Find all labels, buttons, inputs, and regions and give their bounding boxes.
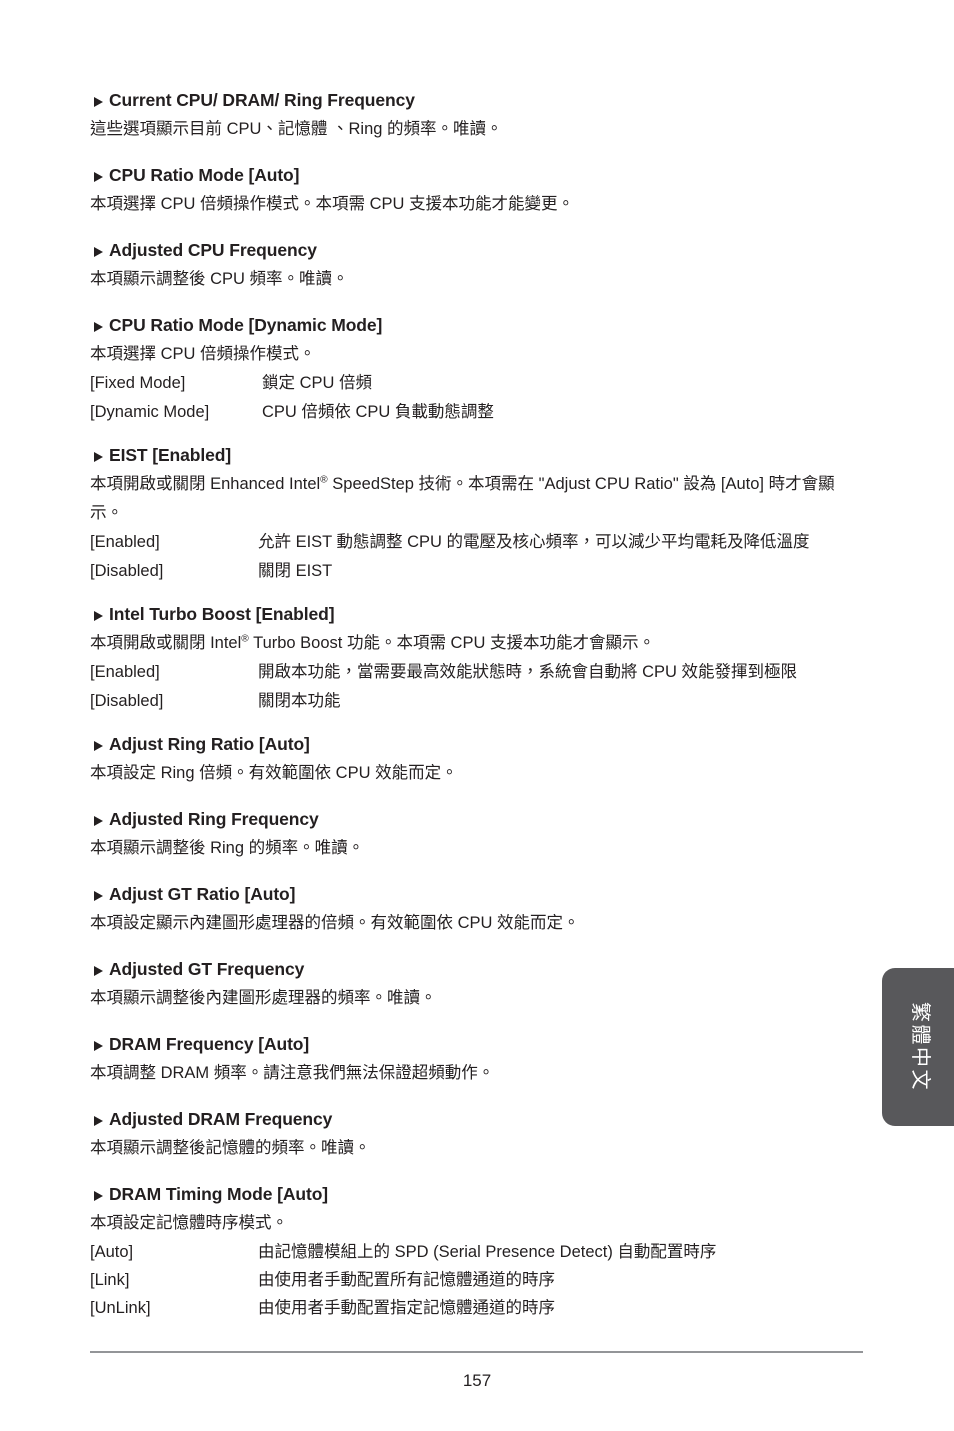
setting-section: EIST [Enabled] 本項開啟或關閉 Enhanced Intel® Sp… (90, 443, 865, 586)
triangle-right-icon (94, 172, 109, 182)
section-description: 本項顯示調整後 Ring 的頻率。唯讀。 (90, 839, 365, 857)
section-description: 本項選擇 CPU 倍頻操作模式。本項需 CPU 支援本功能才能變更。 (90, 195, 575, 213)
option-label: [Dynamic Mode] (90, 403, 210, 421)
option-row: [Disabled] 關閉本功能 (90, 687, 865, 716)
triangle-right-icon (94, 452, 109, 462)
triangle-right-icon (94, 816, 109, 826)
section-description: 本項設定顯示內建圖形處理器的倍頻。有效範圍依 CPU 效能而定。 (90, 914, 580, 932)
section-heading: Adjusted Ring Frequency (90, 807, 865, 832)
triangle-right-icon (94, 741, 109, 751)
option-description: 由使用者手動配置所有記憶體通道的時序 (258, 1271, 555, 1289)
section-heading: EIST [Enabled] (90, 443, 865, 468)
option-label: [Disabled] (90, 562, 164, 580)
section-heading-label: Adjusted CPU Frequency (109, 240, 317, 260)
option-label: [UnLink] (90, 1299, 151, 1317)
page-number: 157 (462, 1371, 492, 1390)
option-row: [Dynamic Mode] CPU 倍頻依 CPU 負載動態調整 (90, 398, 865, 427)
footer-divider (90, 1351, 863, 1353)
setting-section: Adjusted CPU Frequency 本項顯示調整後 CPU 頻率。唯讀。 (90, 238, 865, 294)
section-heading-label: Current CPU/ DRAM/ Ring Frequency (109, 90, 415, 110)
option-row: [Enabled] 允許 EIST 動態調整 CPU 的電壓及核心頻率，可以減少平… (90, 528, 865, 557)
setting-section: CPU Ratio Mode [Auto] 本項選擇 CPU 倍頻操作模式。本項需… (90, 163, 865, 219)
setting-section: Intel Turbo Boost [Enabled] 本項開啟或關閉 Intel… (90, 602, 865, 716)
option-label: [Auto] (90, 1243, 134, 1261)
section-heading: Adjust Ring Ratio [Auto] (90, 732, 865, 757)
option-row: [Enabled] 開啟本功能，當需要最高效能狀態時，系統會自動將 CPU 效能發… (90, 658, 865, 687)
option-description: 開啟本功能，當需要最高效能狀態時，系統會自動將 CPU 效能發揮到極限 (258, 663, 798, 681)
section-heading-label: Intel Turbo Boost [Enabled] (109, 604, 335, 624)
triangle-right-icon (94, 611, 109, 621)
option-row: [Fixed Mode] 鎖定 CPU 倍頻 (90, 369, 865, 398)
triangle-right-icon (94, 322, 109, 332)
triangle-right-icon (94, 1191, 109, 1201)
triangle-right-icon (94, 966, 109, 976)
section-heading: Adjust GT Ratio [Auto] (90, 882, 865, 907)
section-heading: Adjusted CPU Frequency (90, 238, 865, 263)
triangle-right-icon (94, 1041, 109, 1051)
section-heading-label: DRAM Frequency [Auto] (109, 1034, 310, 1054)
option-description: 由使用者手動配置指定記憶體通道的時序 (258, 1299, 555, 1317)
section-heading-label: Adjusted GT Frequency (109, 959, 305, 979)
option-row: [Disabled] 關閉 EIST (90, 557, 865, 586)
setting-section: Adjust GT Ratio [Auto] 本項設定顯示內建圖形處理器的倍頻。有… (90, 882, 865, 938)
section-heading-label: DRAM Timing Mode [Auto] (109, 1184, 329, 1204)
language-tab: 繁體中文 (882, 968, 954, 1126)
section-heading: CPU Ratio Mode [Auto] (90, 163, 865, 188)
page-content: Current CPU/ DRAM/ Ring Frequency 這些選項顯示目… (90, 88, 865, 1338)
section-description: 本項設定 Ring 倍頻。有效範圍依 CPU 效能而定。 (90, 764, 458, 782)
section-heading: Intel Turbo Boost [Enabled] (90, 602, 865, 627)
section-description: 本項調整 DRAM 頻率。請注意我們無法保證超頻動作。 (90, 1064, 495, 1082)
setting-section: CPU Ratio Mode [Dynamic Mode] 本項選擇 CPU 倍頻… (90, 313, 865, 427)
section-description: 本項開啟或關閉 Enhanced Intel® SpeedStep 技術。本項需… (90, 474, 835, 522)
setting-section: Adjusted DRAM Frequency 本項顯示調整後記憶體的頻率。唯讀。 (90, 1107, 865, 1163)
section-description: 本項顯示調整後記憶體的頻率。唯讀。 (90, 1139, 371, 1157)
option-row: [Link] 由使用者手動配置所有記憶體通道的時序 (90, 1266, 865, 1294)
section-description: 本項顯示調整後內建圖形處理器的頻率。唯讀。 (90, 989, 437, 1007)
setting-section: Current CPU/ DRAM/ Ring Frequency 這些選項顯示目… (90, 88, 865, 144)
section-heading-label: Adjust Ring Ratio [Auto] (109, 734, 310, 754)
triangle-right-icon (94, 1116, 109, 1126)
section-heading-label: CPU Ratio Mode [Dynamic Mode] (109, 315, 383, 335)
option-description: 關閉 EIST (258, 562, 333, 580)
section-heading-label: EIST [Enabled] (109, 445, 232, 465)
option-row: [UnLink] 由使用者手動配置指定記憶體通道的時序 (90, 1294, 865, 1322)
manual-page: Current CPU/ DRAM/ Ring Frequency 這些選項顯示目… (0, 0, 954, 1431)
section-heading: CPU Ratio Mode [Dynamic Mode] (90, 313, 865, 338)
option-label: [Link] (90, 1271, 130, 1289)
option-label: [Fixed Mode] (90, 374, 186, 392)
option-description: 允許 EIST 動態調整 CPU 的電壓及核心頻率，可以減少平均電耗及降低溫度 (258, 533, 810, 551)
triangle-right-icon (94, 247, 109, 257)
language-tab-label: 繁體中文 (909, 1002, 932, 1092)
option-description: 鎖定 CPU 倍頻 (262, 374, 373, 392)
setting-section: DRAM Timing Mode [Auto] 本項設定記憶體時序模式。 [Auto… (90, 1182, 865, 1322)
setting-section: Adjust Ring Ratio [Auto] 本項設定 Ring 倍頻。有效範… (90, 732, 865, 788)
option-label: [Disabled] (90, 692, 164, 710)
option-description: 由記憶體模組上的 SPD (Serial Presence Detect) 自動… (258, 1243, 717, 1261)
section-heading-label: Adjusted Ring Frequency (109, 809, 319, 829)
setting-section: Adjusted Ring Frequency 本項顯示調整後 Ring 的頻率。… (90, 807, 865, 863)
setting-section: DRAM Frequency [Auto] 本項調整 DRAM 頻率。請注意我們無… (90, 1032, 865, 1088)
option-label: [Enabled] (90, 533, 160, 551)
option-label: [Enabled] (90, 663, 160, 681)
section-heading-label: CPU Ratio Mode [Auto] (109, 165, 300, 185)
section-heading: Adjusted GT Frequency (90, 957, 865, 982)
setting-section: Adjusted GT Frequency 本項顯示調整後內建圖形處理器的頻率。唯… (90, 957, 865, 1013)
triangle-right-icon (94, 97, 109, 107)
option-row: [Auto] 由記憶體模組上的 SPD (Serial Presence Dete… (90, 1238, 865, 1266)
section-heading-label: Adjust GT Ratio [Auto] (109, 884, 296, 904)
section-description: 本項開啟或關閉 Intel® Turbo Boost 功能。本項需 CPU 支援… (90, 633, 655, 652)
section-heading: DRAM Frequency [Auto] (90, 1032, 865, 1057)
section-description: 這些選項顯示目前 CPU、記憶體 、Ring 的頻率。唯讀。 (90, 120, 503, 138)
section-heading: Current CPU/ DRAM/ Ring Frequency (90, 88, 865, 113)
option-description: CPU 倍頻依 CPU 負載動態調整 (262, 403, 494, 421)
section-heading-label: Adjusted DRAM Frequency (109, 1109, 333, 1129)
section-description: 本項設定記憶體時序模式。 (90, 1214, 288, 1232)
section-heading: Adjusted DRAM Frequency (90, 1107, 865, 1132)
section-description: 本項選擇 CPU 倍頻操作模式。 (90, 345, 316, 363)
triangle-right-icon (94, 891, 109, 901)
section-heading: DRAM Timing Mode [Auto] (90, 1182, 865, 1207)
section-description: 本項顯示調整後 CPU 頻率。唯讀。 (90, 270, 349, 288)
option-description: 關閉本功能 (258, 692, 341, 710)
